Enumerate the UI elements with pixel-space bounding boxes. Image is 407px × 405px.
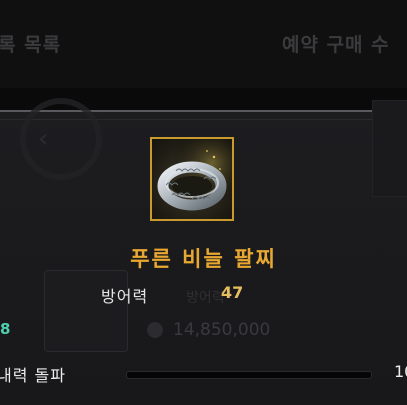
break-through-value: 10 [394,362,407,381]
background-title: 록 목록 [0,34,62,56]
break-through-progress-bar [126,371,372,379]
stat-defense-value: 47 [221,283,244,302]
background-circle-decoration [20,98,102,180]
chevron-left-icon: ‹ [38,124,49,154]
background-header: 록 목록 예약 구매 수 [0,0,407,88]
coin-icon [147,322,163,338]
left-count: 8 [0,320,11,338]
stat-defense-label: 방어력 [101,287,149,306]
item-name: 푸른 비늘 팔찌 [130,247,277,271]
break-through-label: 내력 돌파 [0,366,66,385]
background-price: 14,850,000 [173,320,271,340]
background-stat-text: 방어력 [186,290,225,306]
item-icon-frame [150,137,234,221]
background-reserve-purchase-label: 예약 구매 수 [282,34,390,56]
ring-icon [152,139,232,219]
background-side-box [372,100,407,197]
item-tooltip-panel: ‹ 방어력 14,850,000 푸른 비늘 팔찌 방어력 47 8 내력 돌파… [0,98,407,405]
